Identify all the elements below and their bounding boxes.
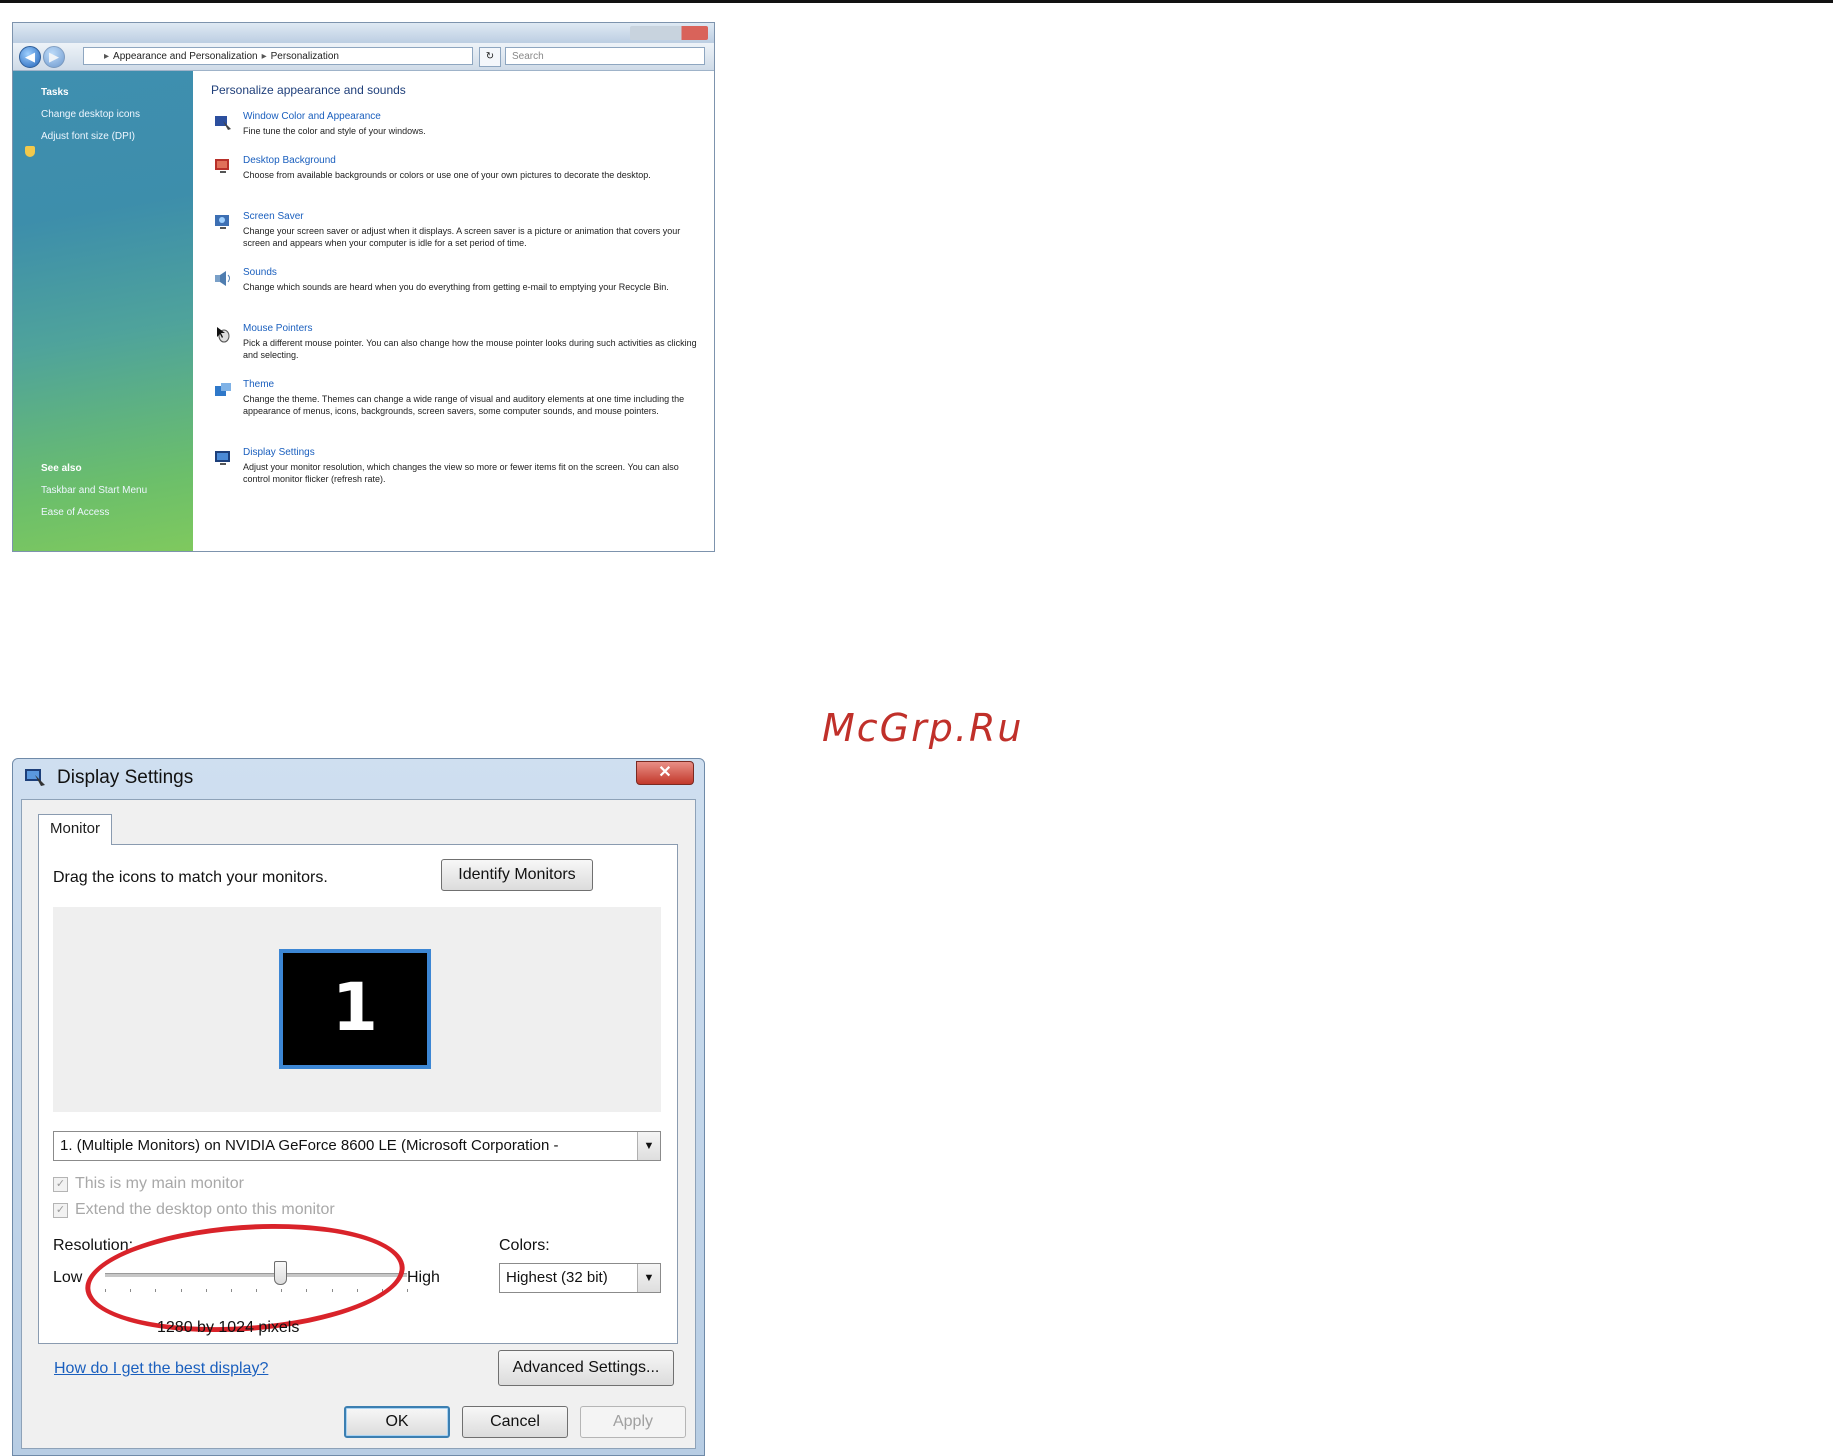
see-also-ease-of-access[interactable]: Ease of Access (41, 507, 109, 518)
tasks-heading: Tasks (41, 87, 69, 98)
dialog-client: Monitor Drag the icons to match your mon… (21, 799, 696, 1449)
item-description: Adjust your monitor resolution, which ch… (243, 462, 679, 484)
personalization-content: Personalize appearance and sounds Window… (193, 71, 714, 551)
cancel-button[interactable]: Cancel (462, 1406, 568, 1438)
identify-monitors-button[interactable]: Identify Monitors (441, 859, 593, 891)
slider-tick (407, 1289, 408, 1292)
breadcrumb-personalization[interactable]: Personalization (271, 51, 339, 62)
item-title[interactable]: Display Settings (243, 447, 315, 458)
breadcrumb-appearance[interactable]: Appearance and Personalization (113, 51, 258, 62)
monitor-select[interactable]: 1. (Multiple Monitors) on NVIDIA GeForce… (53, 1131, 661, 1161)
best-display-help-link[interactable]: How do I get the best display? (54, 1360, 268, 1378)
window-caption-buttons[interactable] (630, 26, 708, 40)
refresh-icon[interactable]: ↻ (479, 47, 501, 67)
task-pane: Tasks Change desktop icons Adjust font s… (13, 71, 193, 551)
resolution-low-label: Low (53, 1269, 83, 1286)
resolution-high-label: High (407, 1269, 440, 1286)
monitor-1-icon[interactable]: 1 (279, 949, 431, 1069)
main-monitor-checkbox[interactable]: ✓ (53, 1177, 68, 1192)
item-title[interactable]: Screen Saver (243, 211, 304, 222)
display-settings-icon (215, 451, 230, 465)
speaker-icon (215, 271, 230, 286)
screen-saver-icon (215, 215, 229, 229)
window-title-bar (13, 23, 714, 43)
window-color-icon (215, 116, 231, 130)
item-title[interactable]: Theme (243, 379, 274, 390)
address-bar: ◀ ▶ ▸ Appearance and Personalization ▸ Pers… (13, 43, 714, 71)
search-input[interactable]: Search (505, 47, 705, 65)
chevron-down-icon: ▼ (637, 1264, 660, 1292)
forward-arrow-icon[interactable]: ▶ (43, 46, 65, 68)
item-title[interactable]: Mouse Pointers (243, 323, 312, 334)
resolution-value: 1280 by 1024 pixels (157, 1319, 300, 1336)
extend-desktop-checkbox[interactable]: ✓ (53, 1203, 68, 1218)
apply-button[interactable]: Apply (580, 1406, 686, 1438)
back-arrow-icon[interactable]: ◀ (19, 46, 41, 68)
close-icon[interactable]: ✕ (636, 761, 694, 785)
task-adjust-font-size[interactable]: Adjust font size (DPI) (41, 131, 135, 142)
item-description: Change which sounds are heard when you d… (243, 282, 669, 292)
advanced-settings-button[interactable]: Advanced Settings... (498, 1350, 674, 1386)
watermark-text: McGrp.Ru (822, 706, 1024, 750)
item-title[interactable]: Sounds (243, 267, 277, 278)
dialog-title: Display Settings (57, 767, 194, 788)
task-change-desktop-icons[interactable]: Change desktop icons (41, 109, 140, 120)
extend-desktop-label: Extend the desktop onto this monitor (75, 1201, 335, 1218)
shield-icon (25, 146, 35, 157)
main-monitor-label: This is my main monitor (75, 1175, 244, 1192)
monitor-select-value: 1. (Multiple Monitors) on NVIDIA GeForce… (60, 1137, 559, 1154)
instruction-text: Drag the icons to match your monitors. (53, 869, 328, 886)
colors-select[interactable]: Highest (32 bit) ▼ (499, 1263, 661, 1293)
item-description: Pick a different mouse pointer. You can … (243, 338, 697, 360)
tab-monitor[interactable]: Monitor (38, 814, 112, 845)
item-title[interactable]: Window Color and Appearance (243, 111, 381, 122)
see-also-heading: See also (41, 463, 82, 474)
item-description: Change your screen saver or adjust when … (243, 226, 681, 248)
see-also-taskbar[interactable]: Taskbar and Start Menu (41, 485, 147, 496)
page-top-rule (0, 0, 1833, 3)
ok-button[interactable]: OK (344, 1406, 450, 1438)
monitor-arrangement-area: 1 (53, 907, 661, 1112)
item-description: Change the theme. Themes can change a wi… (243, 394, 685, 416)
item-description: Fine tune the color and style of your wi… (243, 126, 426, 136)
colors-label: Colors: (499, 1237, 550, 1254)
mouse-pointer-icon (217, 327, 230, 343)
monitor-tab-page: Drag the icons to match your monitors. I… (38, 844, 678, 1344)
chevron-right-icon: ▸ (104, 51, 110, 62)
page-title: Personalize appearance and sounds (211, 83, 406, 97)
theme-icon (215, 383, 231, 396)
display-settings-app-icon (25, 769, 45, 786)
desktop-background-icon (215, 159, 229, 173)
chevron-down-icon: ▼ (637, 1132, 660, 1160)
address-box[interactable]: ▸ Appearance and Personalization ▸ Personal… (83, 47, 473, 65)
item-title[interactable]: Desktop Background (243, 155, 336, 166)
personalization-window: ◀ ▶ ▸ Appearance and Personalization ▸ Pers… (12, 22, 715, 552)
colors-select-value: Highest (32 bit) (506, 1269, 608, 1286)
display-settings-dialog: Display Settings ✕ Monitor Drag the icon… (12, 758, 705, 1456)
chevron-right-icon: ▸ (261, 51, 267, 62)
item-description: Choose from available backgrounds or col… (243, 170, 651, 180)
